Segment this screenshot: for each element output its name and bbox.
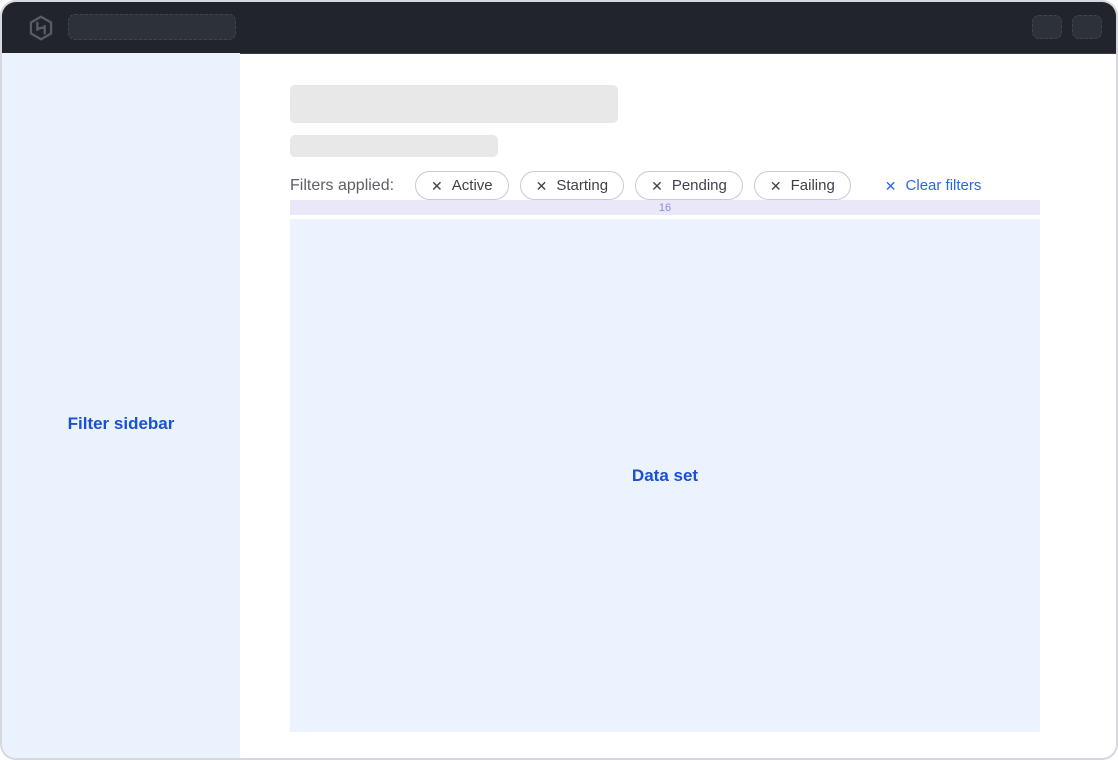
dataset-area: Data set: [290, 219, 1040, 732]
close-icon: ✕: [770, 179, 782, 193]
filter-chip-pending[interactable]: ✕ Pending: [635, 171, 743, 200]
filter-chip-failing[interactable]: ✕ Failing: [754, 171, 851, 200]
close-icon: ✕: [536, 179, 548, 193]
filter-chip-label: Starting: [556, 177, 608, 194]
search-input-placeholder[interactable]: [68, 14, 236, 40]
filter-chip-label: Failing: [791, 177, 835, 194]
filters-applied-label: Filters applied:: [290, 177, 394, 195]
filter-chip-label: Active: [452, 177, 493, 194]
result-count-bar: 16: [290, 200, 1040, 215]
close-icon: ✕: [651, 179, 663, 193]
filter-chip-starting[interactable]: ✕ Starting: [520, 171, 624, 200]
app-window: Filter sidebar Filters applied: ✕ Active…: [0, 0, 1118, 760]
page-subtitle-placeholder: [290, 135, 498, 157]
topbar-action-placeholder-2[interactable]: [1072, 15, 1102, 39]
clear-filters-link[interactable]: ✕ Clear filters: [885, 177, 982, 194]
dataset-label: Data set: [632, 466, 698, 486]
close-icon: ✕: [885, 179, 897, 193]
applied-filters-row: Filters applied: ✕ Active ✕ Starting ✕ P…: [290, 171, 981, 200]
top-nav-bar: [2, 2, 1116, 54]
hashicorp-logo-icon: [28, 15, 54, 41]
filter-sidebar-label: Filter sidebar: [2, 414, 240, 434]
close-icon: ✕: [431, 179, 443, 193]
page-title-placeholder: [290, 85, 618, 123]
result-count: 16: [659, 202, 671, 214]
filter-sidebar: Filter sidebar: [2, 53, 240, 758]
topbar-action-placeholder-1[interactable]: [1032, 15, 1062, 39]
clear-filters-label: Clear filters: [906, 177, 982, 194]
filter-chip-active[interactable]: ✕ Active: [415, 171, 509, 200]
filter-chip-label: Pending: [672, 177, 727, 194]
